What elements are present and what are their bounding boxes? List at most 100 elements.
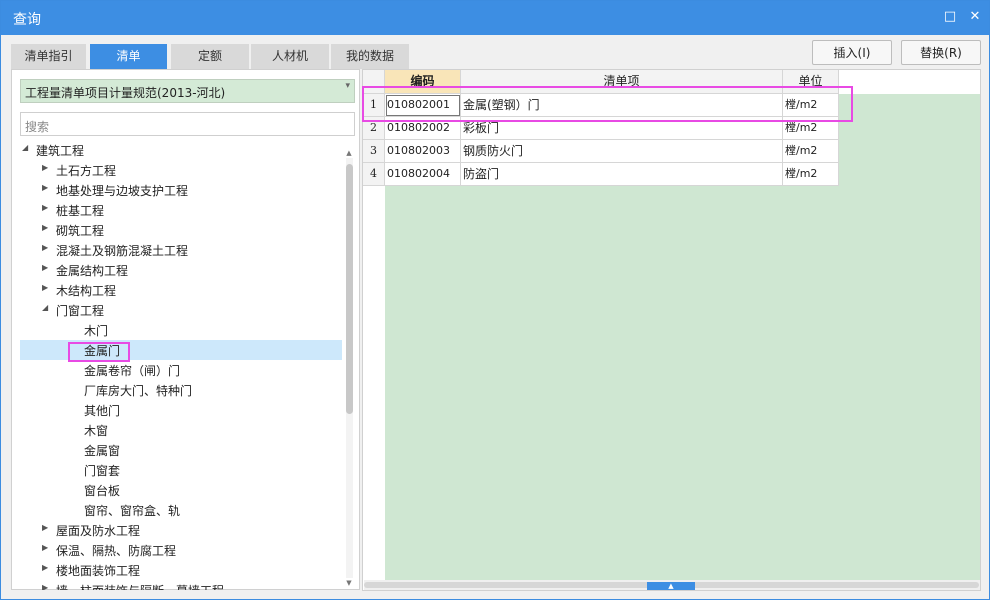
tree-item[interactable]: 其他门 xyxy=(20,400,342,420)
tree-item[interactable]: 窗帘、窗帘盒、轨 xyxy=(20,500,342,520)
tree-scrollbar[interactable]: ▲ ▼ xyxy=(343,148,355,588)
collapsed-triangle-icon[interactable]: ▶ xyxy=(42,163,48,172)
tree-item-label: 其他门 xyxy=(84,404,121,418)
scroll-up-icon[interactable]: ▲ xyxy=(343,148,355,158)
tree-item[interactable]: ▶ 楼地面装饰工程 xyxy=(20,560,342,580)
grid-cell-unit[interactable]: 樘/m2 xyxy=(783,140,839,163)
unit-column-header[interactable]: 单位 xyxy=(783,70,839,94)
replace-button[interactable]: 替换(R) xyxy=(901,40,981,65)
tree-item-label: 金属窗 xyxy=(84,444,121,458)
tree-item-label: 砌筑工程 xyxy=(56,224,105,238)
row-number[interactable]: 3 xyxy=(363,140,385,163)
tab-list[interactable]: 清单 xyxy=(90,44,167,69)
collapsed-triangle-icon[interactable]: ▶ xyxy=(42,563,48,572)
panel-splitter-toggle[interactable]: ▲ xyxy=(647,582,695,590)
grid-cell-name[interactable]: 彩板门 xyxy=(461,117,783,140)
row-number-header xyxy=(363,70,385,94)
tree-item[interactable]: ▶ 桩基工程 xyxy=(20,200,342,220)
tree-item[interactable]: ▶ 墙、柱面装饰与隔断、幕墙工程 xyxy=(20,580,342,590)
expanded-triangle-icon[interactable]: ◢ xyxy=(22,143,28,152)
tree-item[interactable]: ▶ 木结构工程 xyxy=(20,280,342,300)
tree-item[interactable]: 木窗 xyxy=(20,420,342,440)
tree-item[interactable]: 木门 xyxy=(20,320,342,340)
restore-icon[interactable]: □ xyxy=(942,9,958,25)
tree-item-label: 金属卷帘（闸）门 xyxy=(84,364,181,378)
tree-item-label: 楼地面装饰工程 xyxy=(56,564,141,578)
title-bar[interactable]: 查询 □ ✕ xyxy=(1,1,989,35)
grid-cell-name[interactable]: 防盗门 xyxy=(461,163,783,186)
grid-cell-unit[interactable]: 樘/m2 xyxy=(783,163,839,186)
tree-item[interactable]: ◢ 建筑工程 xyxy=(20,140,342,160)
tree-item[interactable]: 金属窗 xyxy=(20,440,342,460)
collapsed-triangle-icon[interactable]: ▶ xyxy=(42,523,48,532)
tab-quota[interactable]: 定额 xyxy=(171,44,249,69)
left-panel: 工程量清单项目计量规范(2013-河北) ▾ 搜索 ◢ 建筑工程 ▶ 土石方工程 ▶ 地基… xyxy=(11,69,360,590)
row-number[interactable]: 1 xyxy=(363,94,385,117)
grid-cell-unit[interactable]: 樘/m2 xyxy=(783,117,839,140)
row-number[interactable]: 2 xyxy=(363,117,385,140)
tree-item-label: 厂库房大门、特种门 xyxy=(84,384,193,398)
scrollbar-thumb[interactable] xyxy=(346,164,353,414)
tree-item[interactable]: ▶ 砌筑工程 xyxy=(20,220,342,240)
tree-item-label: 混凝土及钢筋混凝土工程 xyxy=(56,244,189,258)
collapsed-triangle-icon[interactable]: ▶ xyxy=(42,223,48,232)
grid-cell-name[interactable]: 钢质防火门 xyxy=(461,140,783,163)
tree-item[interactable]: 金属卷帘（闸）门 xyxy=(20,360,342,380)
window-title: 查询 xyxy=(13,12,41,28)
tree-item-label: 门窗套 xyxy=(84,464,121,478)
bill-items-grid: 编码 清单项 单位 1 010802001 金属(塑钢）门 樘/m2 2 01080200… xyxy=(362,69,981,591)
grid-cell-unit[interactable]: 樘/m2 xyxy=(783,94,839,117)
tree-item-label: 木结构工程 xyxy=(56,284,117,298)
tree-item[interactable]: ▶ 土石方工程 xyxy=(20,160,342,180)
code-column-header[interactable]: 编码 xyxy=(385,70,461,94)
name-column-header[interactable]: 清单项 xyxy=(461,70,783,94)
collapsed-triangle-icon[interactable]: ▶ xyxy=(42,243,48,252)
spec-select-value: 工程量清单项目计量规范(2013-河北) xyxy=(25,86,226,100)
tree-item-label: 土石方工程 xyxy=(56,164,117,178)
chevron-down-icon[interactable]: ▾ xyxy=(345,81,350,91)
tree-item-label: 金属门 xyxy=(84,344,121,358)
collapsed-triangle-icon[interactable]: ▶ xyxy=(42,543,48,552)
collapsed-triangle-icon[interactable]: ▶ xyxy=(42,583,48,590)
tree-item[interactable]: ◢ 门窗工程 xyxy=(20,300,342,320)
tree-item[interactable]: ▶ 保温、隔热、防腐工程 xyxy=(20,540,342,560)
category-tree: ◢ 建筑工程 ▶ 土石方工程 ▶ 地基处理与边坡支护工程 ▶ 桩基工程 ▶ 砌筑工程 ▶ 混凝土及钢筋… xyxy=(20,140,342,590)
spec-select[interactable]: 工程量清单项目计量规范(2013-河北) ▾ xyxy=(20,79,355,103)
collapsed-triangle-icon[interactable]: ▶ xyxy=(42,263,48,272)
tree-item-label: 门窗工程 xyxy=(56,304,105,318)
query-window: 查询 □ ✕ 清单指引 清单 定额 人材机 我的数据 插入(I) 替换(R) 工… xyxy=(0,0,990,600)
close-icon[interactable]: ✕ xyxy=(967,9,983,25)
tree-item[interactable]: ▶ 地基处理与边坡支护工程 xyxy=(20,180,342,200)
tree-item[interactable]: 门窗套 xyxy=(20,460,342,480)
tree-item-label: 窗帘、窗帘盒、轨 xyxy=(84,504,181,518)
search-placeholder: 搜索 xyxy=(25,120,50,134)
collapsed-triangle-icon[interactable]: ▶ xyxy=(42,183,48,192)
grid-cell-code[interactable]: 010802003 xyxy=(385,140,461,163)
row-number[interactable]: 4 xyxy=(363,163,385,186)
tree-item[interactable]: ▶ 混凝土及钢筋混凝土工程 xyxy=(20,240,342,260)
collapsed-triangle-icon[interactable]: ▶ xyxy=(42,283,48,292)
collapsed-triangle-icon[interactable]: ▶ xyxy=(42,203,48,212)
tree-item[interactable]: ▶ 屋面及防水工程 xyxy=(20,520,342,540)
tree-item-label: 地基处理与边坡支护工程 xyxy=(56,184,189,198)
tree-item-label: 窗台板 xyxy=(84,484,121,498)
tree-item-label: 建筑工程 xyxy=(36,144,85,158)
tree-item-label: 墙、柱面装饰与隔断、幕墙工程 xyxy=(56,582,224,590)
tab-labor-material[interactable]: 人材机 xyxy=(251,44,329,69)
tab-my-data[interactable]: 我的数据 xyxy=(331,44,409,69)
tree-item[interactable]: 窗台板 xyxy=(20,480,342,500)
grid-cell-name[interactable]: 金属(塑钢）门 xyxy=(461,94,783,117)
insert-button[interactable]: 插入(I) xyxy=(812,40,892,65)
tree-item[interactable]: ▶ 金属结构工程 xyxy=(20,260,342,280)
tab-list-guide[interactable]: 清单指引 xyxy=(11,44,86,69)
grid-cell-code[interactable]: 010802002 xyxy=(385,117,461,140)
scroll-down-icon[interactable]: ▼ xyxy=(343,578,355,588)
search-input[interactable]: 搜索 xyxy=(20,112,355,136)
grid-cell-code[interactable]: 010802004 xyxy=(385,163,461,186)
tree-item[interactable]: 厂库房大门、特种门 xyxy=(20,380,342,400)
grid-cell-code[interactable]: 010802001 xyxy=(385,94,461,117)
tree-item-label: 保温、隔热、防腐工程 xyxy=(56,544,177,558)
tree-item-label: 金属结构工程 xyxy=(56,264,129,278)
expanded-triangle-icon[interactable]: ◢ xyxy=(42,303,48,312)
tree-item[interactable]: 金属门 xyxy=(20,340,342,360)
